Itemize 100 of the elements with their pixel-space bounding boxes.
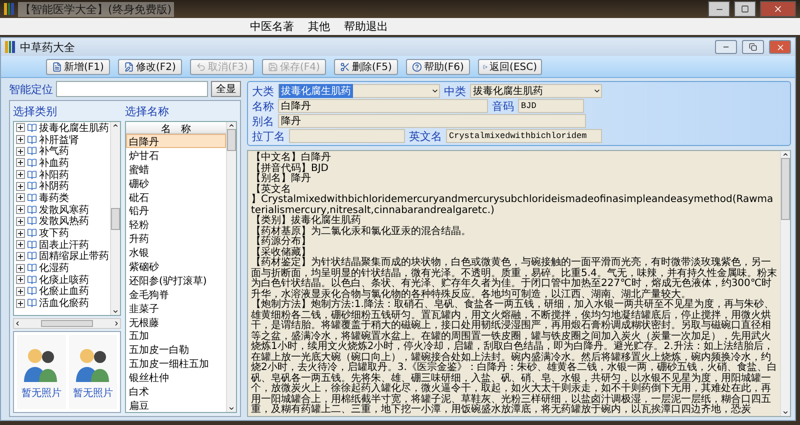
list-item[interactable]: 韭菜子: [126, 300, 226, 315]
code-field[interactable]: BJD: [518, 99, 584, 113]
scrollbar[interactable]: [110, 122, 120, 315]
alias-field[interactable]: 降丹: [278, 114, 586, 128]
minimize-button[interactable]: [708, 1, 730, 17]
field-label: 音码: [492, 98, 514, 114]
restore-button[interactable]: [742, 40, 764, 54]
tree-item[interactable]: 化痰止咳药: [39, 272, 89, 287]
close-icon: [773, 4, 783, 14]
detail-paragraph: 【中文名】白降丹: [251, 153, 332, 163]
field-label: 中类: [444, 84, 466, 98]
window-title: 【智能医学大全】(终身免费版): [18, 2, 174, 16]
toolbar-button[interactable]: 修改(F2): [118, 58, 182, 74]
english-name-field[interactable]: Crystalmixedwithbichloridem: [446, 129, 602, 143]
list-item[interactable]: 紫硇砂: [126, 259, 226, 273]
expand-icon[interactable]: [16, 170, 25, 180]
tree-item[interactable]: 发散风寒药: [39, 202, 89, 217]
detail-paragraph: 【拼音代码】BJD: [251, 164, 330, 174]
expand-icon[interactable]: [16, 135, 25, 144]
list-item[interactable]: 还阳参(驴打滚草): [126, 272, 226, 287]
scroll-thumb[interactable]: [781, 158, 790, 220]
subcategory-dropdown[interactable]: 拔毒化腐生肌药: [470, 84, 602, 98]
detail-paragraph: 【药材鉴定】为针状结晶聚集而成的块状物，白色或微黄色，与碗接触的一面平滑而光亮，有时微带淡玫瑰紫色，另一面与折断面，均呈明显的针状结晶，微有光泽。不透明。质重，易碎。比重5.4。气无，味辣，并有持久性金属味。粉末为白色针状结晶。以色白、条状、有光泽、贮存年久者为佳。于闭口管中加热至227℃时，熔成无色液体，约300℃时升华，水溶液显汞化合物与氯化物的各种特殊反应。各地均可制造，以江西、湖南、湖北产量较大。: [251, 258, 777, 300]
toolbar-button[interactable]: 删除(F5): [334, 58, 398, 74]
expand-icon[interactable]: [16, 146, 25, 156]
list-item[interactable]: 轻粉: [126, 217, 226, 232]
list-item[interactable]: 水银: [126, 245, 226, 260]
expand-icon[interactable]: [16, 216, 25, 226]
details-text-area[interactable]: [247, 150, 791, 417]
list-item[interactable]: 白降丹: [126, 134, 226, 148]
expand-icon[interactable]: [16, 123, 25, 132]
scroll-thumb[interactable]: [111, 208, 120, 230]
category-dropdown[interactable]: 拔毒化腐生肌药: [278, 84, 440, 98]
tree-item[interactable]: 拔毒化腐生肌药: [39, 122, 109, 135]
name-field[interactable]: 白降丹: [278, 99, 488, 113]
tree-item[interactable]: 补血药: [39, 156, 69, 170]
tree-item[interactable]: 补阳药: [39, 168, 69, 182]
list-item[interactable]: 蜜蜡: [126, 162, 226, 176]
scrollbar[interactable]: [226, 122, 236, 412]
scroll-thumb[interactable]: [227, 129, 236, 151]
list-item[interactable]: 升药: [126, 231, 226, 246]
tree-item[interactable]: 化湿药: [39, 261, 69, 276]
detail-paragraph: 【药材基原】为二氯化汞和氯化亚汞的混合结晶。: [251, 226, 472, 236]
toolbar-button[interactable]: 新增(F1): [46, 58, 110, 74]
scrollbar[interactable]: [780, 151, 790, 416]
expand-icon[interactable]: [16, 193, 25, 202]
expand-icon[interactable]: [16, 252, 25, 261]
show-all-button[interactable]: 全显: [211, 81, 241, 97]
list-item[interactable]: 硼砂: [126, 176, 226, 190]
dropdown-icon: [431, 87, 439, 95]
close-button[interactable]: [760, 1, 796, 17]
menu-item[interactable]: 中医名著: [250, 19, 294, 34]
menu-item[interactable]: 帮助退出: [344, 19, 388, 34]
expand-icon[interactable]: [16, 182, 25, 191]
tree-item[interactable]: 补阴药: [39, 179, 69, 194]
expand-icon[interactable]: [16, 205, 25, 214]
tree-item[interactable]: 补肝益肾: [39, 132, 79, 147]
list-item[interactable]: 炉甘石: [126, 148, 226, 162]
app-icon: [4, 3, 14, 15]
tree-item[interactable]: 毒药类: [39, 190, 69, 205]
list-item[interactable]: 五加皮一白勒: [126, 342, 226, 356]
search-field[interactable]: [56, 81, 208, 97]
tree-item[interactable]: 化瘀止血药: [39, 284, 89, 298]
expand-icon[interactable]: [16, 240, 25, 250]
list-item[interactable]: 白术: [126, 384, 226, 398]
tree-item[interactable]: 补气药: [39, 144, 69, 158]
list-item[interactable]: 银丝杜仲: [126, 370, 226, 384]
tree-item[interactable]: 攻下药: [39, 226, 69, 240]
book-icon: [27, 298, 37, 308]
toolbar-button[interactable]: 返回(ESC): [478, 58, 542, 74]
tree-item[interactable]: 固精缩尿止带药: [39, 249, 109, 264]
tree-item[interactable]: 固表止汗药: [39, 238, 89, 252]
book-icon: [27, 192, 37, 203]
close-button[interactable]: [769, 40, 791, 54]
scroll-thumb[interactable]: [41, 320, 93, 327]
latin-name-field[interactable]: [289, 129, 405, 143]
minimize-button[interactable]: [715, 40, 737, 54]
field-label: 大类: [252, 84, 274, 98]
list-item[interactable]: 无根藤: [126, 314, 226, 328]
tree-item[interactable]: 发散风热药: [39, 214, 89, 228]
dropdown-icon: [593, 87, 601, 95]
column-header: 名 称: [126, 122, 226, 134]
expand-icon[interactable]: [16, 158, 25, 168]
list-item[interactable]: 五加皮一细柱五加: [126, 356, 226, 370]
list-item[interactable]: 砒石: [126, 190, 226, 204]
toolbar-button[interactable]: 帮助(F6): [406, 58, 470, 74]
list-item[interactable]: 五加: [126, 328, 226, 342]
expand-icon[interactable]: [16, 228, 25, 238]
list-item[interactable]: 铅丹: [126, 203, 226, 218]
list-item[interactable]: 扁豆: [126, 398, 226, 412]
horizontal-scrollbar[interactable]: [13, 318, 121, 329]
detail-paragraph: 【药源分布】: [251, 237, 312, 247]
maximize-button[interactable]: [734, 1, 756, 17]
expand-icon[interactable]: [16, 275, 25, 284]
tree-item[interactable]: 活血化瘀药: [39, 296, 89, 310]
list-item[interactable]: 金毛狗脊: [126, 286, 226, 301]
expand-icon[interactable]: [16, 264, 25, 273]
menu-item[interactable]: 其他: [308, 19, 330, 34]
expand-icon[interactable]: [16, 286, 25, 296]
expand-icon[interactable]: [16, 298, 25, 308]
